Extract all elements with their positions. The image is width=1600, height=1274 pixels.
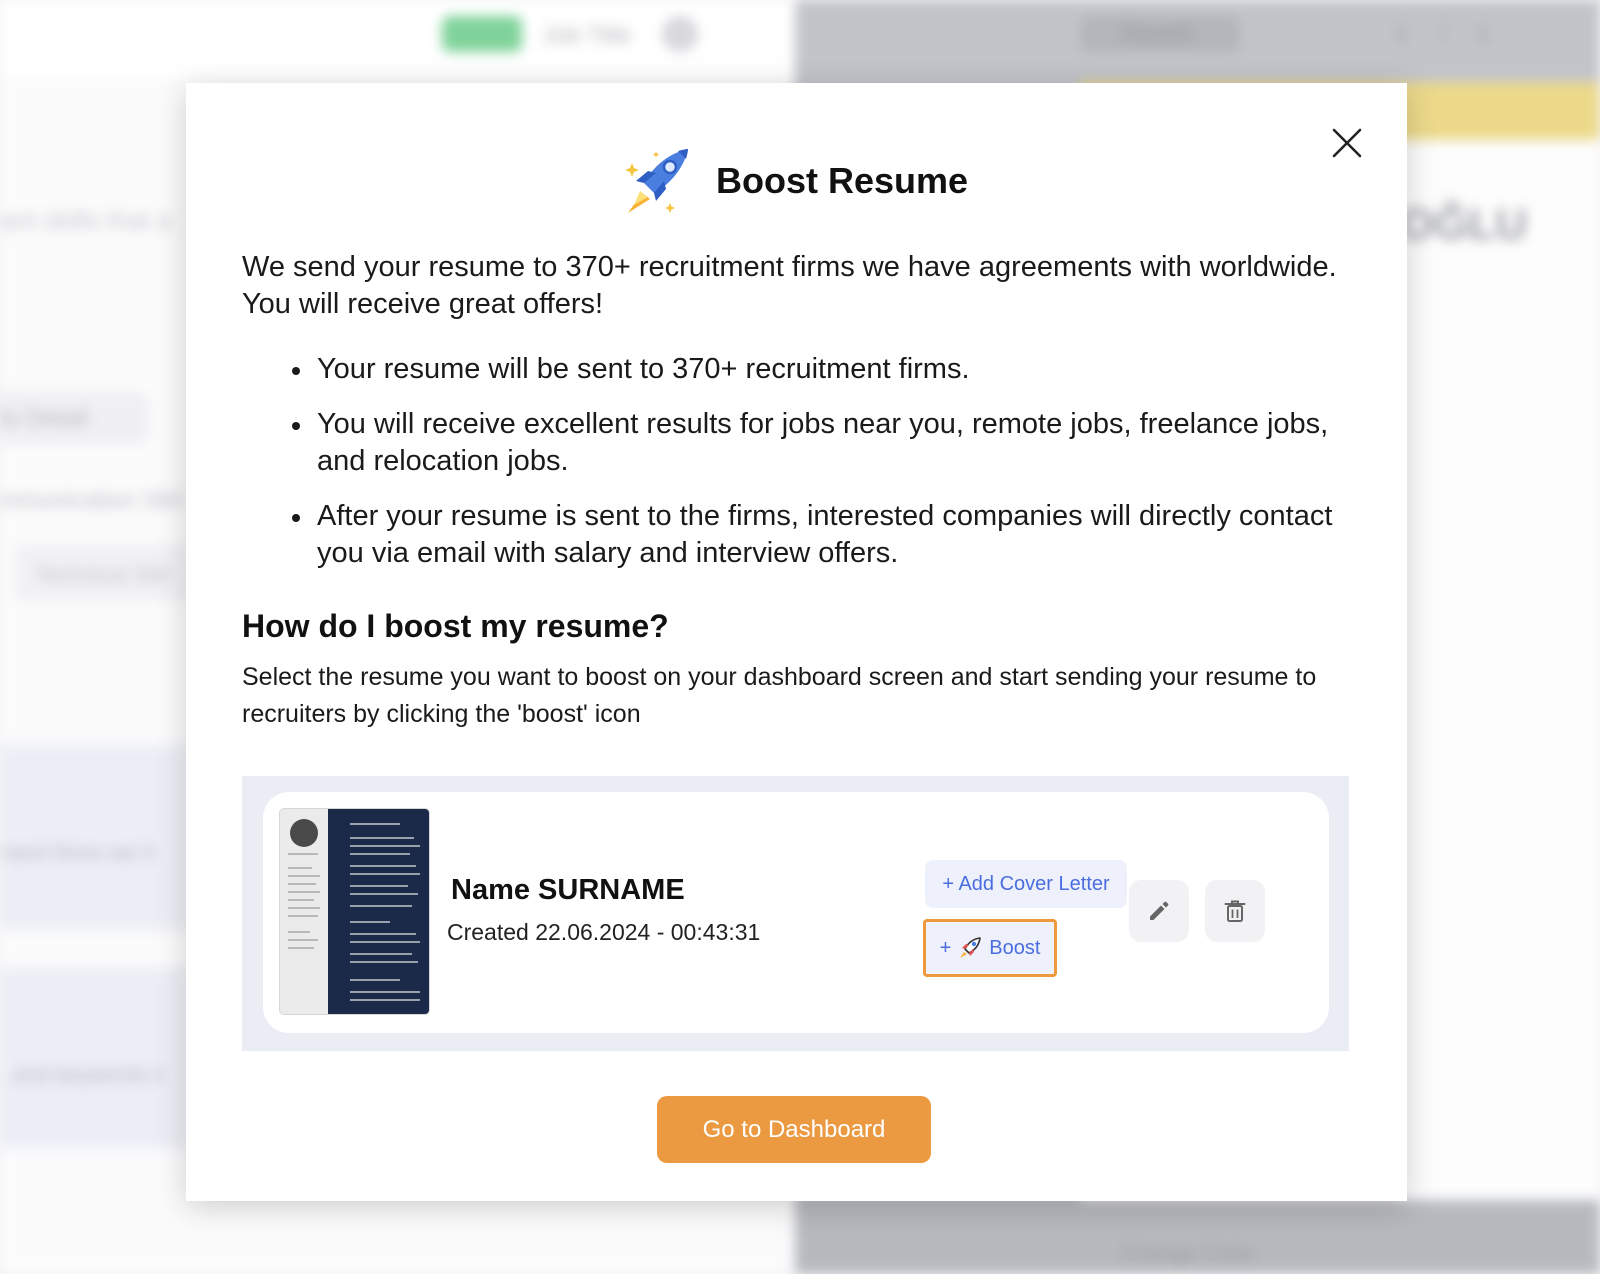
boost-button[interactable]: + Boost <box>923 919 1057 977</box>
bg-pager: 1 / 1 <box>1395 20 1502 47</box>
thumb-line <box>288 883 316 885</box>
thumb-line <box>350 905 412 907</box>
thumb-line <box>350 933 416 935</box>
thumb-line <box>288 853 318 855</box>
thumb-line <box>288 915 318 917</box>
rocket-icon <box>620 143 696 219</box>
thumb-line <box>350 853 410 855</box>
modal-header: Boost Resume <box>620 141 968 221</box>
how-to-heading: How do I boost my resume? <box>242 608 669 644</box>
edit-resume-button[interactable] <box>1129 880 1189 942</box>
intro-text: We send your resume to 370+ recruitment … <box>242 251 1337 320</box>
bg-box-text: ment firms we h <box>0 840 156 865</box>
trash-icon <box>1224 900 1246 922</box>
thumb-line <box>350 961 418 963</box>
bg-change-color: Change Color <box>1120 1240 1256 1265</box>
thumb-line <box>350 837 414 839</box>
thumb-photo <box>290 819 318 847</box>
benefit-item: Your resume will be sent to 370+ recruit… <box>242 351 1352 388</box>
thumb-line <box>350 941 420 943</box>
thumb-line <box>288 931 310 933</box>
boost-label: Boost <box>989 936 1041 959</box>
thumb-line <box>350 823 400 825</box>
bg-dropdown-text: to Detail <box>0 405 89 432</box>
thumb-line <box>288 907 320 909</box>
benefit-item: You will receive excellent results for j… <box>242 406 1352 480</box>
thumb-line <box>350 991 420 993</box>
add-cover-letter-button[interactable]: + Add Cover Letter <box>925 860 1127 908</box>
thumb-line <box>350 953 412 955</box>
thumb-line <box>350 865 416 867</box>
thumb-line <box>350 921 390 923</box>
resume-created-date: Created 22.06.2024 - 00:43:31 <box>447 919 761 945</box>
resume-name: Name SURNAME <box>451 874 685 906</box>
thumb-line <box>350 845 420 847</box>
modal-title: Boost Resume <box>716 160 969 201</box>
rocket-icon <box>960 937 982 958</box>
demo-panel: Name SURNAME Created 22.06.2024 - 00:43:… <box>242 776 1349 1051</box>
bg-box <box>0 968 190 1148</box>
thumb-line <box>288 899 314 901</box>
thumb-line <box>350 885 408 887</box>
thumb-line <box>350 999 420 1001</box>
bg-help-icon <box>662 16 698 52</box>
bg-job-title: Job Title <box>542 22 632 49</box>
bg-tech-text: Technical Skil <box>35 562 169 587</box>
thumb-line <box>288 867 312 869</box>
resume-thumbnail <box>280 809 429 1014</box>
pencil-icon <box>1150 901 1169 920</box>
thumb-line <box>288 891 320 893</box>
boost-resume-modal: Boost Resume We send your resume to 370+… <box>186 83 1407 1201</box>
thumb-line <box>288 875 320 877</box>
bg-doc-name: OĞLU <box>1400 200 1528 249</box>
bg-status-pill <box>442 16 522 52</box>
bg-communication: mmunication Skil <box>0 487 182 514</box>
benefits-list: Your resume will be sent to 370+ recruit… <box>242 351 1352 590</box>
thumb-line <box>350 979 400 981</box>
close-icon <box>1332 128 1362 158</box>
bg-text-snippet: ant skills that a <box>0 205 172 235</box>
boost-plus: + <box>939 936 952 959</box>
benefit-item: After your resume is sent to the firms, … <box>242 498 1352 572</box>
delete-resume-button[interactable] <box>1205 880 1265 942</box>
close-button[interactable] <box>1329 125 1365 161</box>
thumb-line <box>350 893 418 895</box>
thumb-main <box>328 809 429 1014</box>
go-to-dashboard-button[interactable]: Go to Dashboard <box>657 1096 931 1163</box>
how-to-description: Select the resume you want to boost on y… <box>242 663 1317 728</box>
thumb-line <box>288 947 314 949</box>
bg-box-text: , and keywords li <box>0 1062 164 1087</box>
thumb-line <box>350 873 420 875</box>
bg-saved-text: Saved <box>1122 20 1191 47</box>
thumb-line <box>288 939 318 941</box>
resume-card: Name SURNAME Created 22.06.2024 - 00:43:… <box>263 792 1329 1033</box>
